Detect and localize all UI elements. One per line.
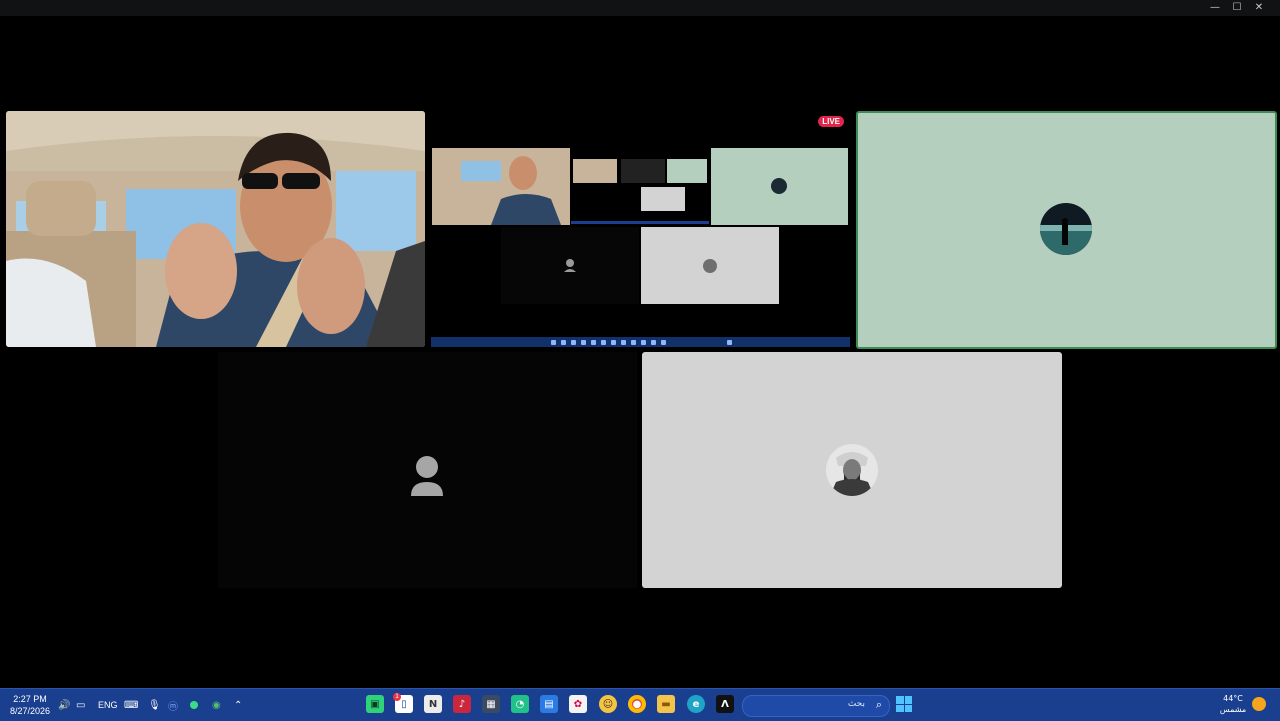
participant-avatar <box>1040 203 1092 255</box>
chevron-up-icon[interactable]: ⌃ <box>234 697 242 713</box>
store-app-icon[interactable]: ▤ <box>540 695 558 713</box>
photos-app-icon[interactable]: ✿ <box>569 695 587 713</box>
start-button[interactable] <box>896 696 912 712</box>
language-indicator[interactable]: ENG <box>98 697 118 713</box>
participant-video-tile-camera[interactable] <box>6 111 425 347</box>
participant-screen-share-tile[interactable]: LIVE <box>431 111 850 347</box>
participant-avatar-tile-grey[interactable] <box>642 352 1062 588</box>
taskbar-clock[interactable]: 2:27 PM 8/27/2026 <box>8 693 52 717</box>
chat-app-icon[interactable]: ◔ <box>511 695 529 713</box>
participant-avatar-tile-green[interactable] <box>856 111 1277 349</box>
screen-share-thumbnail <box>432 148 848 304</box>
defender-icon[interactable]: ◉ <box>212 697 221 713</box>
android-app-icon[interactable]: ▣ <box>366 695 384 713</box>
discord-app-icon[interactable]: ☺ <box>599 695 617 713</box>
keyboard-icon[interactable]: ⌨ <box>124 697 138 713</box>
participant-avatar-tile-dark[interactable] <box>218 352 637 588</box>
clock-date: 8/27/2026 <box>9 706 51 716</box>
microphone-icon[interactable]: 🎙 <box>148 697 161 713</box>
camera-feed-image <box>6 111 425 347</box>
sun-icon <box>1252 697 1266 711</box>
app-tray-icon[interactable]: ⓜ <box>168 697 178 713</box>
volume-icon[interactable]: 🔊 <box>58 697 70 713</box>
clock-time: 2:27 PM <box>13 694 47 704</box>
chrome-app-icon[interactable]: ● <box>628 695 646 713</box>
minimize-button[interactable]: — <box>1204 1 1226 15</box>
media-app-icon[interactable]: ♪ <box>453 695 471 713</box>
weather-condition: مشمس <box>1219 705 1247 714</box>
default-user-icon <box>411 456 443 496</box>
text-app-icon[interactable]: Λ <box>716 695 734 713</box>
notification-badge: 1 <box>393 693 401 701</box>
taskbar-search[interactable]: بحث ⌕ <box>742 695 890 717</box>
edge-app-icon[interactable]: e <box>687 695 705 713</box>
windows-taskbar: 2:27 PM 8/27/2026 🔊 ▭ ENG ⌨ 🎙 ⓜ ◉ ⌃ ▣ ▯ … <box>0 688 1280 721</box>
video-grid: LIVE <box>0 16 1280 688</box>
window-titlebar: — ☐ ✕ <box>0 0 1280 16</box>
search-placeholder: بحث <box>847 699 865 709</box>
calculator-app-icon[interactable]: ▦ <box>482 695 500 713</box>
screen-share-taskbar <box>431 337 850 347</box>
weather-temperature: 44°C <box>1223 694 1243 703</box>
weather-widget[interactable]: 44°C مشمس <box>1216 693 1250 715</box>
close-button[interactable]: ✕ <box>1248 1 1270 15</box>
status-dot-icon[interactable] <box>190 697 198 713</box>
search-icon: ⌕ <box>875 698 882 711</box>
file-explorer-app-icon[interactable]: ▬ <box>657 695 675 713</box>
notepad-app-icon[interactable]: N <box>424 695 442 713</box>
window-controls: — ☐ ✕ <box>1204 1 1270 15</box>
maximize-button[interactable]: ☐ <box>1226 1 1248 15</box>
network-icon[interactable]: ▭ <box>76 697 85 713</box>
participant-avatar <box>826 444 878 496</box>
